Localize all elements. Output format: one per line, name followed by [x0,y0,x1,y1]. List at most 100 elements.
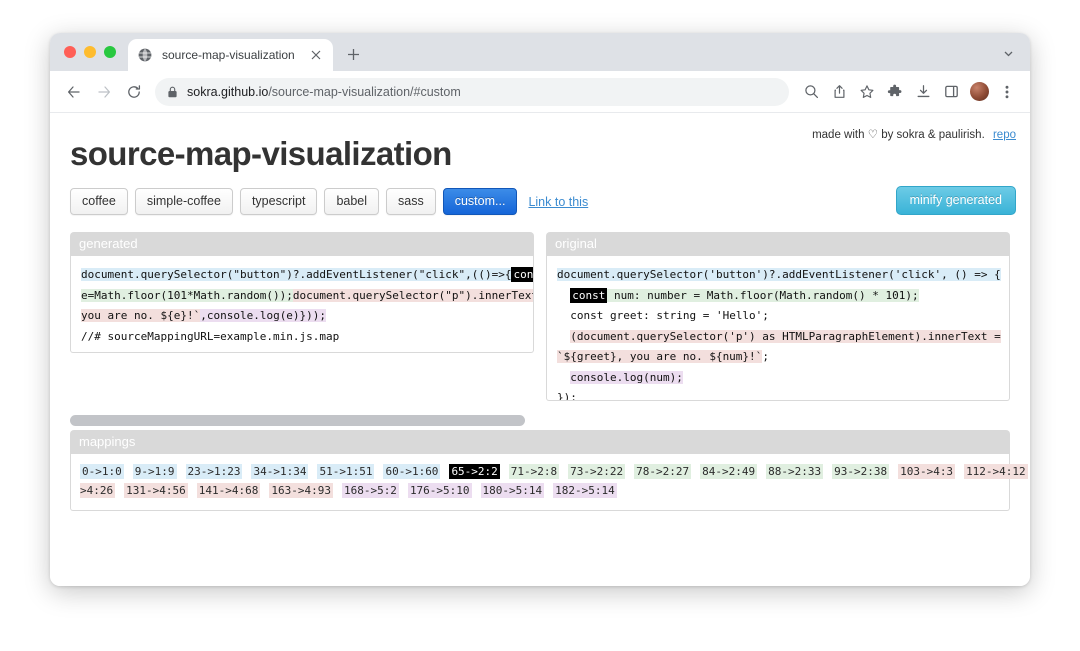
horizontal-scrollbar-thumb[interactable] [70,415,525,426]
url-path: /source-map-visualization/#custom [268,85,460,99]
generated-code[interactable]: document.querySelector("button")?.addEve… [71,265,533,347]
share-icon[interactable] [826,79,852,105]
generated-panel-body[interactable]: document.querySelector("button")?.addEve… [70,256,534,353]
original-code[interactable]: document.querySelector('button')?.addEve… [547,265,1009,401]
original-line-5: `${greet}, you are no. ${num}!` [557,350,762,363]
mapping-item[interactable]: 168->5:2 [342,483,399,498]
mapping-item[interactable]: 60->1:60 [383,464,440,479]
browser-tab-strip: source-map-visualization [50,33,1030,71]
back-arrow-icon[interactable] [60,78,88,106]
chevron-down-icon[interactable] [994,39,1022,67]
new-tab-button[interactable] [339,40,367,68]
mapping-item[interactable]: 163->4:93 [269,483,333,498]
generated-line-4: //# sourceMappingURL=example.min.js.map [81,330,339,343]
horizontal-scrollbar[interactable] [70,415,525,426]
preset-button-coffee[interactable]: coffee [70,188,128,215]
window-traffic-lights [60,33,128,71]
zoom-window-button[interactable] [104,46,116,58]
close-icon[interactable] [308,47,324,63]
original-line-6: console.log(num); [570,371,683,384]
generated-panel: generated document.querySelector("button… [70,232,534,401]
mapping-item[interactable]: 0->1:0 [80,464,124,479]
mapping-item[interactable]: 131->4:56 [124,483,188,498]
mapping-item[interactable]: 71->2:8 [509,464,559,479]
bookmark-star-icon[interactable] [854,79,880,105]
heart-icon: ♡ [868,129,878,141]
generated-selected-token[interactable]: const [511,267,534,282]
address-bar-url: sokra.github.io/source-map-visualization… [187,85,779,99]
preset-button-typescript[interactable]: typescript [240,188,318,215]
repo-link[interactable]: repo [993,129,1016,141]
preset-button-simple-coffee[interactable]: simple-coffee [135,188,233,215]
original-panel-header: original [546,232,1010,256]
generated-panel-header: generated [70,232,534,256]
browser-tab-title: source-map-visualization [162,48,299,62]
minify-generated-button[interactable]: minify generated [896,186,1016,215]
globe-icon [137,47,153,63]
browser-window: source-map-visualization [50,33,1030,586]
mappings-scrollbar-wrap [60,401,1020,426]
mapping-list: 0->1:0 9->1:9 23->1:23 34->1:34 51->1:51 60->… [80,462,1000,500]
original-panel-body[interactable]: document.querySelector('button')?.addEve… [546,256,1010,401]
credit-line: made with ♡ by sokra & paulirish. repo [812,127,1016,141]
close-window-button[interactable] [64,46,76,58]
mapping-item[interactable]: 141->4:68 [197,483,261,498]
three-dot-menu-icon[interactable] [994,79,1020,105]
address-bar[interactable]: sokra.github.io/source-map-visualization… [155,78,789,106]
forward-arrow-icon[interactable] [90,78,118,106]
mapping-item[interactable]: 88->2:33 [766,464,823,479]
page-content: made with ♡ by sokra & paulirish. repo s… [50,113,1030,586]
mapping-item[interactable]: 73->2:22 [568,464,625,479]
mapping-item[interactable]: 93->2:38 [832,464,889,479]
minimize-window-button[interactable] [84,46,96,58]
page-title: source-map-visualization [60,113,1020,173]
mapping-item-selected[interactable]: 65->2:2 [449,464,499,479]
mapping-item[interactable]: 78->2:27 [634,464,691,479]
mappings-section: mappings 0->1:0 9->1:9 23->1:23 34->1:34 51-… [60,426,1020,511]
link-to-this[interactable]: Link to this [528,195,588,209]
preset-button-row: coffee simple-coffee typescript babel sa… [60,173,1020,215]
original-line-4: (document.querySelector('p') as HTMLPara… [570,330,1000,343]
mapping-item[interactable]: 23->1:23 [186,464,243,479]
generated-line-3b: ,console.log(e)})); [200,309,326,322]
credit-prefix: made with [812,129,864,141]
mapping-item[interactable]: 180->5:14 [481,483,545,498]
original-line-2: num: number = Math.floor(Math.random() *… [607,289,918,302]
preset-button-babel[interactable]: babel [324,188,379,215]
screenshot-root: source-map-visualization [0,0,1080,651]
mapping-item[interactable]: 112->4:12 [964,464,1028,479]
original-selected-token[interactable]: const [570,288,607,303]
mapping-item[interactable]: 51->1:51 [317,464,374,479]
reload-icon[interactable] [120,78,148,106]
side-panel-icon[interactable] [938,79,964,105]
downloads-icon[interactable] [910,79,936,105]
original-line-7: }); [557,391,577,401]
extensions-puzzle-icon[interactable] [882,79,908,105]
avatar[interactable] [966,79,992,105]
mapping-item[interactable]: 176->5:10 [408,483,472,498]
generated-line-2a: e=Math.floor(101*Math.random()); [81,289,293,302]
mappings-panel-header: mappings [70,430,1010,454]
original-line-1: document.querySelector('button')?.addEve… [557,268,1001,281]
original-panel: original document.querySelector('button'… [546,232,1010,401]
mapping-item[interactable]: 182->5:14 [553,483,617,498]
browser-tab[interactable]: source-map-visualization [128,39,333,71]
preset-button-custom[interactable]: custom... [443,188,518,215]
original-line-3: const greet: string = 'Hello'; [570,309,769,322]
mappings-panel-body[interactable]: 0->1:0 9->1:9 23->1:23 34->1:34 51->1:51 60->… [70,454,1010,511]
browser-toolbar: sokra.github.io/source-map-visualization… [50,71,1030,113]
mapping-item[interactable]: 84->2:49 [700,464,757,479]
code-panels: generated document.querySelector("button… [60,215,1020,401]
preset-button-sass[interactable]: sass [386,188,436,215]
search-icon[interactable] [798,79,824,105]
generated-line-1: document.querySelector("button")?.addEve… [81,268,511,281]
generated-line-3a: you are no. ${e}!` [81,309,200,322]
mapping-item[interactable]: 9->1:9 [133,464,177,479]
user-avatar-image [970,82,989,101]
lock-icon [167,86,178,98]
generated-line-2b: document.querySelector("p").innerText=`H… [293,289,534,302]
mapping-item[interactable]: 34->1:34 [251,464,308,479]
url-host: sokra.github.io [187,85,268,99]
mapping-item[interactable]: 103->4:3 [898,464,955,479]
credit-suffix: by sokra & paulirish. [881,129,985,141]
